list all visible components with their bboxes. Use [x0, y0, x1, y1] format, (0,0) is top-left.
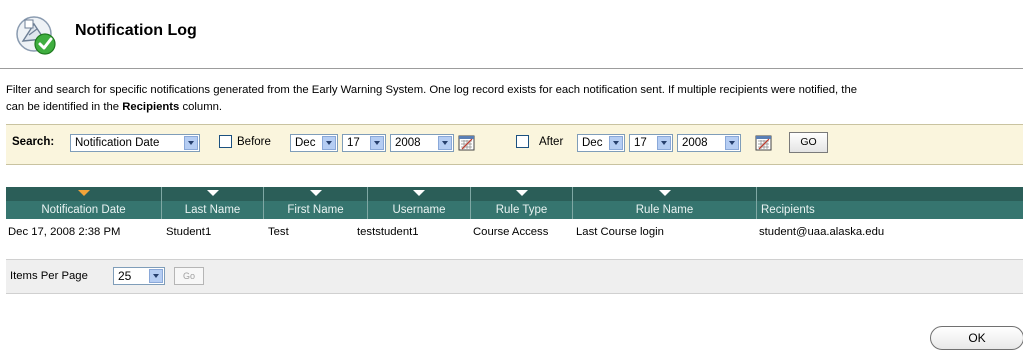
chevron-down-icon[interactable]: [657, 136, 671, 150]
search-go-button[interactable]: GO: [789, 132, 828, 153]
before-month-select[interactable]: Dec: [290, 134, 338, 152]
column-first-name[interactable]: First Name: [264, 187, 368, 219]
cell-recipients: student@uaa.alaska.edu: [759, 226, 885, 238]
column-notification-date[interactable]: Notification Date: [6, 187, 162, 219]
before-year-value: 2008: [395, 137, 421, 149]
cell-last-name: Student1: [166, 226, 212, 238]
calendar-icon[interactable]: [755, 134, 772, 151]
items-per-page-go-button[interactable]: Go: [174, 267, 204, 285]
before-day-value: 17: [347, 137, 360, 149]
cell-first-name: Test: [268, 226, 289, 238]
paging-bar: Items Per Page 25 Go: [6, 259, 1023, 294]
after-checkbox[interactable]: [516, 135, 529, 148]
sort-desc-icon[interactable]: [77, 190, 90, 196]
sort-icon[interactable]: [413, 190, 425, 196]
cell-rule-name: Last Course login: [576, 226, 664, 238]
column-label: Username: [392, 204, 446, 216]
sort-icon[interactable]: [515, 190, 528, 196]
column-label: Rule Name: [635, 204, 694, 216]
items-per-page-select[interactable]: 25: [113, 267, 165, 285]
title-bar: Notification Log: [0, 0, 1023, 66]
sort-icon[interactable]: [206, 190, 219, 196]
after-year-value: 2008: [682, 137, 708, 149]
chevron-down-icon[interactable]: [609, 136, 623, 150]
before-month-value: Dec: [295, 137, 316, 149]
before-checkbox[interactable]: [219, 135, 232, 148]
sort-icon[interactable]: [658, 190, 671, 196]
items-per-page-label: Items Per Page: [10, 270, 88, 282]
column-label: Recipients: [761, 204, 815, 216]
chevron-down-icon[interactable]: [184, 136, 198, 150]
table-header: Notification Date Last Name First Name U…: [6, 187, 1023, 219]
after-month-value: Dec: [582, 137, 603, 149]
intro-text: Filter and search for specific notificat…: [6, 82, 1021, 116]
after-day-select[interactable]: 17: [629, 134, 673, 152]
intro-recipients-bold: Recipients: [122, 101, 180, 113]
after-day-value: 17: [634, 137, 647, 149]
chevron-down-icon[interactable]: [322, 136, 336, 150]
column-last-name[interactable]: Last Name: [162, 187, 264, 219]
column-username[interactable]: Username: [368, 187, 471, 219]
after-label: After: [539, 136, 564, 148]
after-month-select[interactable]: Dec: [577, 134, 625, 152]
column-label: First Name: [287, 204, 344, 216]
search-label: Search:: [12, 136, 55, 148]
cell-username: teststudent1: [357, 226, 419, 238]
chevron-down-icon[interactable]: [438, 136, 452, 150]
column-label: Last Name: [184, 204, 241, 216]
items-per-page-value: 25: [118, 269, 132, 283]
chevron-down-icon[interactable]: [725, 136, 739, 150]
ok-button[interactable]: OK: [930, 326, 1023, 350]
search-bar: Search: Notification Date Before Dec 17 …: [6, 124, 1023, 165]
chevron-down-icon[interactable]: [149, 269, 163, 283]
column-rule-type[interactable]: Rule Type: [471, 187, 573, 219]
before-day-select[interactable]: 17: [342, 134, 386, 152]
calendar-icon[interactable]: [458, 134, 475, 151]
before-label: Before: [237, 136, 271, 148]
cell-notification-date: Dec 17, 2008 2:38 PM: [8, 226, 121, 238]
chevron-down-icon[interactable]: [370, 136, 384, 150]
page-title: Notification Log: [75, 22, 197, 39]
intro-line-2: can be identified in the Recipients colu…: [6, 99, 1021, 116]
sort-icon[interactable]: [309, 190, 322, 196]
column-label: Rule Type: [495, 204, 548, 216]
notification-check-icon: [16, 16, 56, 55]
cell-rule-type: Course Access: [473, 226, 549, 238]
before-year-select[interactable]: 2008: [390, 134, 454, 152]
table-row: Dec 17, 2008 2:38 PM Student1 Test tests…: [6, 219, 1023, 246]
title-divider: [0, 68, 1023, 69]
intro-line-2-end: column.: [179, 101, 223, 113]
intro-line-1: Filter and search for specific notificat…: [6, 84, 858, 96]
after-year-select[interactable]: 2008: [677, 134, 741, 152]
intro-line-2-text: can be identified in the: [6, 101, 123, 113]
column-recipients: Recipients: [757, 187, 1023, 219]
column-label: Notification Date: [41, 204, 126, 216]
search-field-select[interactable]: Notification Date: [70, 134, 200, 152]
search-field-value: Notification Date: [75, 137, 160, 149]
column-rule-name[interactable]: Rule Name: [573, 187, 757, 219]
